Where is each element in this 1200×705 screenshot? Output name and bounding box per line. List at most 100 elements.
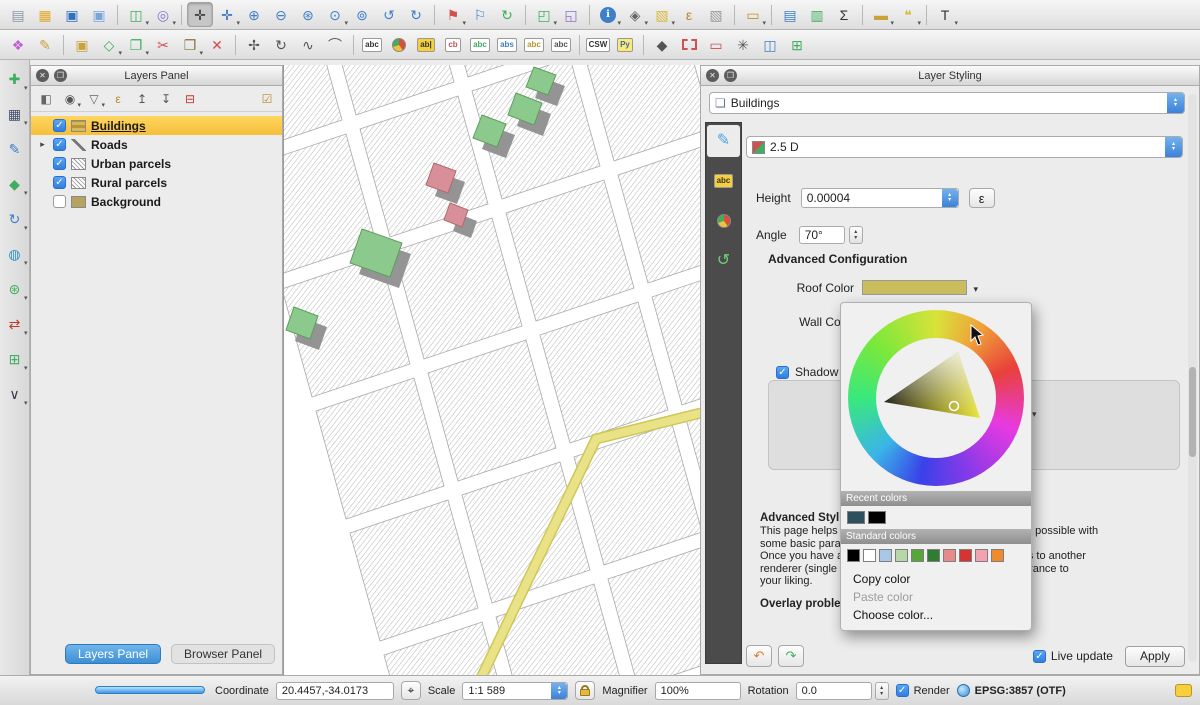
menu-item-choose-color[interactable]: Choose color...	[841, 606, 1031, 624]
rectangle-annotation-button[interactable]: ▭	[703, 32, 729, 57]
undo-style-button[interactable]: ↶	[746, 645, 772, 667]
rotation-stepper[interactable]: ▴ ▾	[875, 682, 889, 700]
horizontal-scrollbar-thumb[interactable]	[95, 686, 205, 694]
delete-selected-button[interactable]: ✕	[204, 32, 230, 57]
standard-color-swatch[interactable]	[895, 549, 908, 562]
recent-color-swatch[interactable]	[847, 511, 865, 524]
label-move-button[interactable]: abc	[467, 32, 493, 57]
zoom-to-selection-button[interactable]: ⊙▾	[322, 2, 348, 27]
expander-icon[interactable]: ▸	[37, 139, 48, 150]
label-rotate-button[interactable]: abs	[494, 32, 520, 57]
rotate-tool-button[interactable]: ↻▾	[2, 206, 28, 232]
remove-layer-button[interactable]: ⊟	[179, 88, 201, 109]
renderer-combo[interactable]: 2.5 D ▴ ▾	[746, 136, 1183, 158]
mouse-position-button[interactable]: ⌖	[401, 681, 421, 700]
vertex-tool-button[interactable]: ∨▾	[2, 381, 28, 407]
layer-visibility-checkbox[interactable]	[53, 195, 66, 208]
layer-visibility-checkbox[interactable]: ✓	[53, 176, 66, 189]
undock-icon[interactable]: ❐	[54, 69, 67, 82]
standard-color-swatch[interactable]	[959, 549, 972, 562]
add-feature-button[interactable]: ✚▾	[2, 66, 28, 92]
statistics-summary-button[interactable]: Σ	[831, 2, 857, 27]
new-shapefile-layer-button[interactable]: ▦▾	[2, 101, 28, 127]
redo-style-button[interactable]: ↷	[778, 645, 804, 667]
style-manager-button[interactable]: ❖	[5, 32, 31, 57]
layer-item-background[interactable]: Background	[31, 192, 282, 211]
standard-color-swatch[interactable]	[991, 549, 1004, 562]
tab-browser-panel[interactable]: Browser Panel	[171, 644, 275, 664]
crs-group[interactable]: EPSG:3857 (OTF)	[957, 684, 1066, 697]
move-feature-button[interactable]: ✢	[241, 32, 267, 57]
layer-visibility-checkbox[interactable]: ✓	[53, 119, 66, 132]
label-properties-button[interactable]: abc	[548, 32, 574, 57]
offset-curve-button[interactable]: ∿	[295, 32, 321, 57]
collapse-all-button[interactable]: ↧	[155, 88, 177, 109]
filter-legend-button[interactable]: ▽▾	[83, 88, 105, 109]
standard-color-swatch[interactable]	[911, 549, 924, 562]
new-bookmark-button[interactable]: ⚑▾	[440, 2, 466, 27]
new-map-view-button[interactable]: ◫▾	[123, 2, 149, 27]
csw-search-button[interactable]: CSW	[585, 32, 611, 57]
layer-visibility-checkbox[interactable]: ✓	[53, 157, 66, 170]
standard-color-swatch[interactable]	[975, 549, 988, 562]
roof-color-swatch[interactable]: ▾	[862, 280, 967, 295]
histogram-button[interactable]: ▥	[804, 2, 830, 27]
zoom-full-button[interactable]: ⊛	[295, 2, 321, 27]
renderer-dropdown[interactable]: ▴ ▾	[1165, 137, 1182, 157]
show-bookmarks-button[interactable]: ⚐	[467, 2, 493, 27]
select-rectangle-tool-button[interactable]	[676, 32, 702, 57]
layer-item-rural-parcels[interactable]: ✓Rural parcels	[31, 173, 282, 192]
styling-scrollbar[interactable]	[1188, 94, 1197, 662]
menu-item-paste-color[interactable]: Paste color	[841, 588, 1031, 606]
layer-visibility-checkbox[interactable]: ✓	[53, 138, 66, 151]
copy-features-button[interactable]: ❐▾	[123, 32, 149, 57]
new-project-button[interactable]: ▤	[5, 2, 31, 27]
label-highlight-button[interactable]: cb	[440, 32, 466, 57]
measure-ruler-button[interactable]: ▬▾	[868, 2, 894, 27]
height-dropdown[interactable]: ▴ ▾	[942, 189, 958, 207]
reshape-features-button[interactable]: ⌒	[322, 32, 348, 57]
open-project-button[interactable]: ▦	[32, 2, 58, 27]
digitize-line-button[interactable]: ✎	[2, 136, 28, 162]
new-raster-layer-button[interactable]: ◱	[558, 2, 584, 27]
saturation-value-triangle[interactable]	[876, 338, 996, 458]
zoom-to-layer-button[interactable]: ⊚	[349, 2, 375, 27]
render-checkbox[interactable]: ✓	[896, 684, 909, 697]
close-icon[interactable]: ✕	[706, 69, 719, 82]
zoom-out-button[interactable]: ⊖	[268, 2, 294, 27]
rotate-feature-button[interactable]: ↻	[268, 32, 294, 57]
python-console-button[interactable]: Py	[612, 32, 638, 57]
node-tool-button[interactable]: ◇▾	[96, 32, 122, 57]
undock-icon[interactable]: ❐	[724, 69, 737, 82]
add-polygon-button[interactable]: ◆▾	[2, 171, 28, 197]
labels-tab-button[interactable]: abc	[707, 165, 740, 197]
add-part-button[interactable]: ⊞▾	[2, 346, 28, 372]
filter-by-expression-button[interactable]: ε	[107, 88, 129, 109]
log-messages-icon[interactable]	[1175, 684, 1192, 697]
widget-dropdown-icon[interactable]: ▾	[1032, 409, 1037, 420]
topology-tool-button[interactable]: ⊛▾	[2, 276, 28, 302]
rotation-field[interactable]: 0.0	[796, 682, 872, 700]
close-icon[interactable]: ✕	[36, 69, 49, 82]
refresh-map-button[interactable]: ↻	[494, 2, 520, 27]
layer-selector-combo[interactable]: ❏ Buildings ▴ ▾	[709, 92, 1185, 114]
new-vector-layer-button[interactable]: ◰▾	[531, 2, 557, 27]
zoom-bookmarks-button[interactable]: ◎▾	[150, 2, 176, 27]
height-expression-button[interactable]: ε	[969, 188, 995, 208]
standard-color-swatch[interactable]	[847, 549, 860, 562]
grid-tool-button[interactable]: ⊞	[784, 32, 810, 57]
layer-item-urban-parcels[interactable]: ✓Urban parcels	[31, 154, 282, 173]
deselect-features-button[interactable]: ▧	[703, 2, 729, 27]
magnifier-field[interactable]: 100%	[655, 682, 741, 700]
standard-color-swatch[interactable]	[863, 549, 876, 562]
diagram-tab-button[interactable]	[707, 205, 740, 237]
pan-to-selection-button[interactable]: ✛▾	[214, 2, 240, 27]
save-layer-edits-button[interactable]: ▣	[69, 32, 95, 57]
expand-all-button[interactable]: ↥	[131, 88, 153, 109]
paste-features-button[interactable]: ❒▾	[177, 32, 203, 57]
recent-color-swatch[interactable]	[868, 511, 886, 524]
identify-features-button[interactable]: ℹ▾	[595, 2, 621, 27]
label-pie-button[interactable]	[386, 32, 412, 57]
undo-redo-button[interactable]: ⇄▾	[2, 311, 28, 337]
layer-selector-dropdown[interactable]: ▴ ▾	[1167, 93, 1184, 113]
